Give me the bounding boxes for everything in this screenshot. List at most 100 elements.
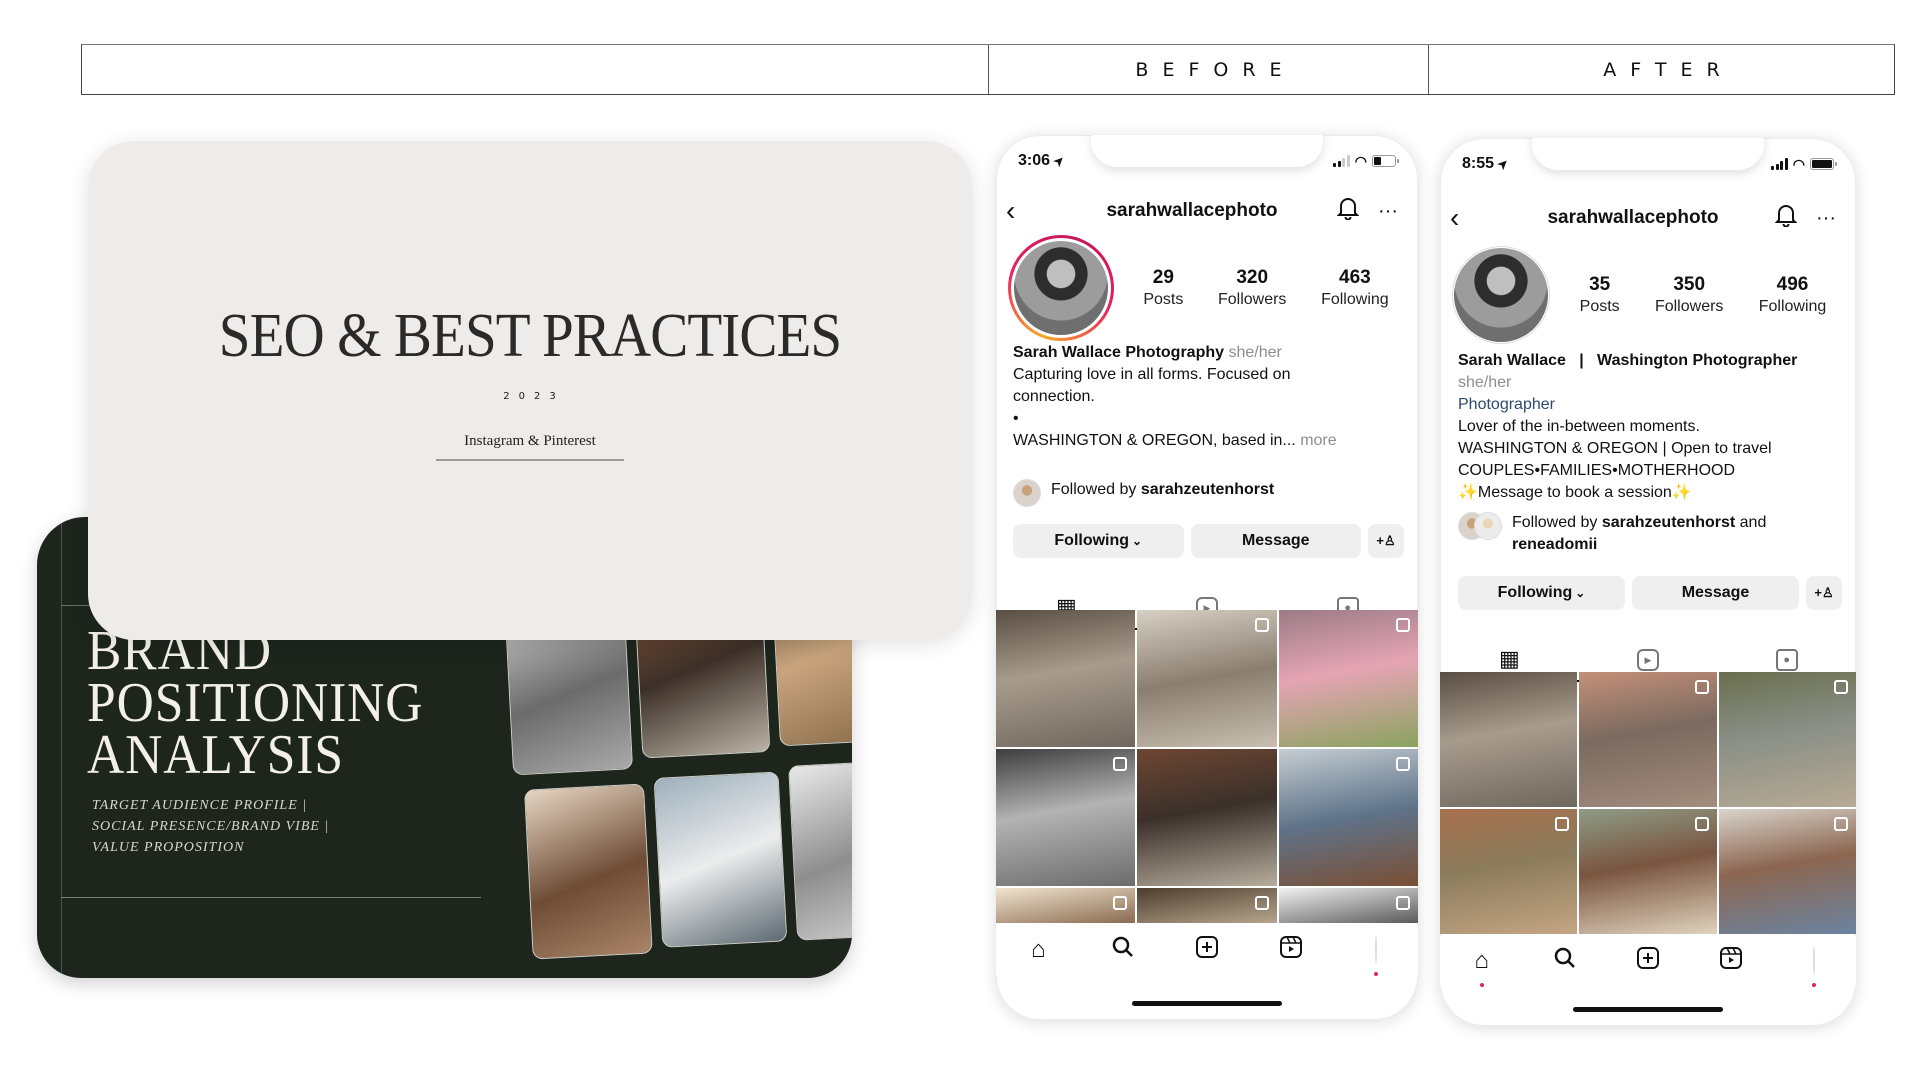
post-thumbnail[interactable]	[1278, 749, 1418, 886]
header-blank-cell	[82, 45, 989, 94]
slide-bottom-rule	[61, 897, 481, 898]
display-name: Sarah Wallace Photography	[1013, 344, 1225, 361]
post-thumbnail[interactable]	[1440, 809, 1578, 934]
status-bar: 8:55 ➤ ◠	[1462, 152, 1837, 176]
wifi-icon: ◠	[1792, 155, 1805, 172]
new-post-icon[interactable]	[1628, 946, 1668, 977]
stat-posts[interactable]: 35 Posts	[1580, 274, 1620, 316]
seo-slide-title: SEO & BEST PRACTICES	[218, 302, 842, 370]
post-thumbnail[interactable]	[1440, 672, 1578, 807]
profile-nav: ‹ sarahwallacephoto ···	[1006, 193, 1408, 229]
profile-nav-avatar[interactable]	[1356, 935, 1396, 976]
brand-positioning-subtitle: TARGET AUDIENCE PROFILE | SOCIAL PRESENC…	[92, 795, 329, 858]
message-button[interactable]: Message	[1190, 524, 1361, 558]
profile-avatar	[1011, 238, 1111, 338]
bio-line: •	[1013, 410, 1019, 427]
bell-icon[interactable]	[1328, 196, 1368, 226]
stat-following[interactable]: 463 Following	[1321, 267, 1389, 309]
title-line: POSITIONING	[87, 672, 424, 734]
post-thumbnail[interactable]	[1579, 672, 1717, 807]
profile-username: sarahwallacephoto	[1106, 200, 1278, 221]
profile-nav-avatar[interactable]	[1794, 946, 1834, 987]
post-thumbnail[interactable]	[1718, 809, 1856, 934]
post-thumbnail[interactable]	[1718, 672, 1856, 807]
notification-dot	[1812, 983, 1817, 987]
carousel-icon	[1555, 817, 1570, 831]
profile-bio: Sarah Wallace Photography she/her Captur…	[1013, 342, 1404, 452]
post-thumbnail[interactable]	[996, 888, 1136, 923]
carousel-icon	[1113, 896, 1128, 910]
post-thumbnail[interactable]	[996, 749, 1136, 886]
message-button[interactable]: Message	[1632, 576, 1799, 610]
pronouns: she/her	[1458, 374, 1512, 391]
post-thumbnail[interactable]	[1137, 888, 1277, 923]
home-icon[interactable]: ⌂	[1462, 947, 1502, 987]
followed-by[interactable]: Followed by sarahzeutenhorst and reneado…	[1458, 512, 1842, 556]
more-options-icon[interactable]: ···	[1806, 207, 1846, 230]
notification-dot	[1373, 972, 1378, 976]
story-ring[interactable]	[1008, 235, 1114, 341]
post-thumbnail[interactable]	[1278, 888, 1418, 923]
bio-line: Lover of the in-between moments.	[1458, 418, 1700, 435]
stat-followers[interactable]: 320 Followers	[1218, 267, 1286, 309]
seo-slide-subtitle: Instagram & Pinterest	[464, 433, 596, 449]
posts-grid	[1440, 672, 1856, 934]
reel-icon	[1395, 757, 1410, 771]
bio-more-link[interactable]: more	[1300, 432, 1336, 449]
profile-stats: 35 Posts 350 Followers 496 Following	[1550, 274, 1844, 316]
profile-nav: ‹ sarahwallacephoto ···	[1450, 200, 1846, 236]
subtitle-line: TARGET AUDIENCE PROFILE |	[92, 798, 308, 813]
status-icons: ◠	[1333, 152, 1399, 170]
search-icon[interactable]	[1103, 935, 1143, 966]
post-thumbnail[interactable]	[1579, 809, 1717, 934]
profile-username: sarahwallacephoto	[1547, 207, 1719, 228]
add-person-icon[interactable]: +♙	[1806, 576, 1842, 610]
post-thumbnail[interactable]	[1137, 749, 1277, 886]
bio-line: Capturing love in all forms. Focused on …	[1013, 366, 1291, 405]
location-arrow-icon: ➤	[1050, 152, 1068, 170]
after-label: AFTER	[1603, 58, 1734, 81]
status-time: 8:55 ➤	[1462, 155, 1512, 173]
subtitle-line: SOCIAL PRESENCE/BRAND VIBE |	[92, 819, 330, 834]
following-button[interactable]: Following ⌄	[1458, 576, 1625, 610]
chevron-down-icon: ⌄	[1575, 586, 1586, 600]
home-icon[interactable]: ⌂	[1018, 936, 1058, 964]
profile-category: Photographer	[1458, 396, 1555, 413]
stat-followers[interactable]: 350 Followers	[1655, 274, 1723, 316]
tagged-icon: ●	[1775, 649, 1798, 671]
post-thumbnail[interactable]	[1137, 610, 1277, 747]
signal-icon	[1333, 155, 1350, 167]
profile-bio: Sarah Wallace | Washington Photographer …	[1458, 350, 1842, 504]
collage-photo	[653, 771, 788, 948]
status-icons: ◠	[1771, 155, 1837, 173]
subtitle-line: VALUE PROPOSITION	[92, 840, 245, 855]
carousel-icon	[1395, 896, 1410, 910]
avatar-wrapper[interactable]	[1452, 246, 1550, 344]
reel-icon	[1833, 817, 1848, 831]
comparison-header: BEFORE AFTER	[81, 44, 1895, 95]
stat-following[interactable]: 496 Following	[1759, 274, 1827, 316]
more-options-icon[interactable]: ···	[1368, 200, 1408, 223]
back-icon[interactable]: ‹	[1450, 202, 1480, 234]
add-person-icon[interactable]: +♙	[1368, 524, 1404, 558]
profile-actions: Following ⌄ Message +♙	[1458, 576, 1842, 610]
collage-photo	[788, 760, 852, 941]
post-thumbnail[interactable]	[1278, 610, 1418, 747]
wifi-icon: ◠	[1354, 152, 1367, 169]
back-icon[interactable]: ‹	[1006, 195, 1036, 227]
bell-icon[interactable]	[1766, 203, 1806, 233]
followed-by[interactable]: Followed by sarahzeutenhorst	[1013, 479, 1404, 507]
posts-grid	[996, 610, 1418, 923]
following-button[interactable]: Following ⌄	[1013, 524, 1184, 558]
reels-nav-icon[interactable]	[1711, 946, 1751, 977]
new-post-icon[interactable]	[1187, 935, 1227, 966]
bottom-tab-bar: ⌂	[1440, 936, 1856, 987]
post-thumbnail[interactable]	[996, 610, 1136, 747]
search-icon[interactable]	[1545, 946, 1585, 977]
reels-nav-icon[interactable]	[1271, 935, 1311, 966]
status-time: 3:06 ➤	[1018, 152, 1068, 170]
display-name: Sarah Wallace | Washington Photographer	[1458, 352, 1798, 369]
bio-truncated: WASHINGTON & OREGON, based in...	[1013, 432, 1296, 449]
stat-posts[interactable]: 29 Posts	[1143, 267, 1183, 309]
slide-vertical-rule	[61, 517, 62, 978]
